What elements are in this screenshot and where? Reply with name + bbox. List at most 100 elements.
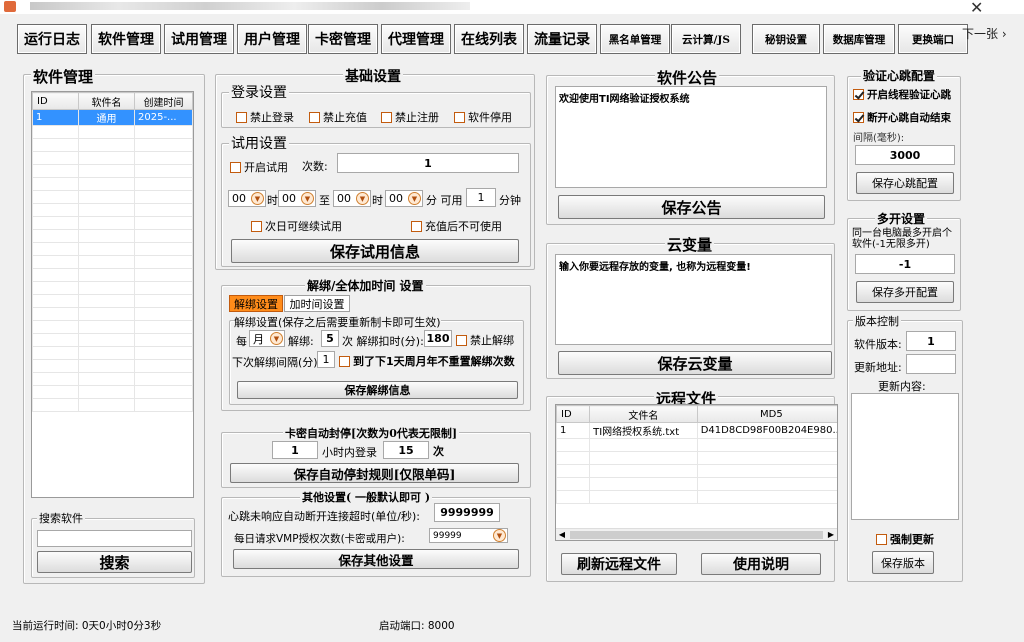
- cloud-variable-textarea[interactable]: 输入你要远程存放的变量, 也称为远程变量!: [555, 254, 832, 345]
- horizontal-scrollbar[interactable]: ◀ ▶: [556, 528, 837, 540]
- scroll-right-icon[interactable]: ▶: [825, 530, 837, 539]
- col-id[interactable]: ID: [556, 405, 591, 423]
- seal-count-label: 次: [433, 445, 444, 458]
- update-content-label: 更新内容:: [878, 380, 926, 393]
- tab-card-management[interactable]: 卡密管理: [308, 24, 378, 54]
- forbid-login-checkbox[interactable]: 禁止登录: [236, 109, 294, 125]
- trial-count-label: 次数:: [302, 160, 328, 173]
- forbid-unbind-checkbox[interactable]: 禁止解绑: [456, 332, 514, 348]
- unbind-title: 解绑/全体加时间 设置: [305, 277, 426, 294]
- checkbox-box: [454, 111, 465, 123]
- help-button[interactable]: 使用说明: [701, 553, 821, 575]
- save-other-settings-button[interactable]: 保存其他设置: [233, 549, 519, 569]
- available-minutes-input[interactable]: 1: [466, 188, 496, 207]
- tab-traffic-record[interactable]: 流量记录: [527, 24, 597, 54]
- search-input[interactable]: [37, 530, 192, 547]
- disconnect-end-checkbox[interactable]: 断开心跳自动结束: [853, 110, 951, 125]
- to-label: 至: [319, 194, 330, 207]
- unbind-times-input[interactable]: 5: [321, 330, 339, 347]
- start-hour-select[interactable]: 00 ▼: [228, 190, 266, 207]
- col-id[interactable]: ID: [32, 92, 79, 110]
- end-hour-select[interactable]: 00 ▼: [333, 190, 371, 207]
- col-created[interactable]: 创建时间: [134, 92, 193, 110]
- multi-open-desc: 同一台电脑最多开启个软件(-1无限多开): [852, 228, 952, 250]
- checkbox-box: [339, 355, 350, 367]
- scroll-left-icon[interactable]: ◀: [556, 530, 568, 539]
- enable-trial-checkbox[interactable]: 开启试用: [230, 159, 288, 175]
- seal-count-input[interactable]: 15: [383, 441, 429, 459]
- unbind-interval-input[interactable]: 1: [317, 351, 335, 368]
- cloud-variable-title: 云变量: [665, 234, 715, 255]
- heartbeat-interval-input[interactable]: 3000: [855, 145, 955, 165]
- save-multi-open-button[interactable]: 保存多开配置: [856, 281, 954, 303]
- enable-heartbeat-checkbox[interactable]: 开启线程验证心跳: [853, 87, 951, 102]
- software-version-input[interactable]: 1: [906, 331, 956, 351]
- seal-hours-input[interactable]: 1: [272, 441, 318, 459]
- tab-change-port[interactable]: 更换端口: [898, 24, 968, 54]
- heartbeat-interval-label: 间隔(毫秒):: [853, 133, 905, 144]
- heartbeat-timeout-label: 心跳未响应自动断开连接超时(单位/秒):: [228, 510, 420, 523]
- force-update-checkbox[interactable]: 强制更新: [876, 531, 934, 547]
- update-url-input[interactable]: [906, 354, 956, 374]
- tab-user-management[interactable]: 用户管理: [237, 24, 307, 54]
- save-version-button[interactable]: 保存版本: [872, 551, 934, 574]
- no-reset-unbind-checkbox[interactable]: 到了下1天周月年不重置解绑次数: [339, 353, 515, 369]
- save-heartbeat-button[interactable]: 保存心跳配置: [856, 172, 954, 194]
- checkbox-box: [230, 161, 241, 173]
- forbid-recharge-checkbox[interactable]: 禁止充值: [309, 109, 367, 125]
- checkbox-box: [236, 111, 247, 123]
- minutes-label: 分钟: [499, 194, 521, 207]
- tab-software-management[interactable]: 软件管理: [91, 24, 161, 54]
- software-management-title: 软件管理: [31, 66, 96, 87]
- next-day-continue-checkbox[interactable]: 次日可继续试用: [251, 218, 342, 234]
- runtime-status: 当前运行时间: 0天0小时0分3秒: [12, 620, 162, 632]
- save-auto-seal-button[interactable]: 保存自动停封规则[仅限单码]: [230, 463, 519, 483]
- no-use-after-recharge-checkbox[interactable]: 充值后不可使用: [411, 218, 502, 234]
- tab-database-management[interactable]: 数据库管理: [823, 24, 895, 54]
- software-disable-checkbox[interactable]: 软件停用: [454, 109, 512, 125]
- table-row[interactable]: 1 TI网络授权系统.txt D41D8CD98F00B204E980...: [556, 422, 837, 439]
- refresh-remote-files-button[interactable]: 刷新远程文件: [561, 553, 677, 575]
- notice-textarea[interactable]: 欢迎使用TI网络验证授权系统: [555, 86, 827, 188]
- save-cloud-variable-button[interactable]: 保存云变量: [558, 351, 832, 375]
- save-notice-button[interactable]: 保存公告: [558, 195, 825, 219]
- forbid-register-checkbox[interactable]: 禁止注册: [381, 109, 439, 125]
- save-unbind-button[interactable]: 保存解绑信息: [237, 381, 518, 399]
- update-content-textarea[interactable]: [851, 393, 959, 520]
- vmp-auth-select[interactable]: 99999 ▼: [429, 528, 508, 543]
- heartbeat-timeout-input[interactable]: 9999999: [434, 503, 500, 522]
- trial-count-input[interactable]: 1: [337, 153, 519, 173]
- scroll-thumb[interactable]: [570, 530, 823, 539]
- tab-blacklist-management[interactable]: 黑名单管理: [600, 24, 670, 54]
- unbind-period-select[interactable]: 月 ▼: [249, 330, 285, 347]
- unbind-interval-label: 下次解绑间隔(分): [232, 356, 318, 369]
- multi-open-input[interactable]: -1: [855, 254, 955, 274]
- col-md5[interactable]: MD5: [696, 405, 837, 423]
- close-icon[interactable]: ✕: [970, 0, 983, 16]
- tab-unbind-settings[interactable]: 解绑设置: [229, 295, 283, 312]
- tab-secret-key-settings[interactable]: 秘钥设置: [752, 24, 820, 54]
- save-trial-button[interactable]: 保存试用信息: [231, 239, 519, 263]
- search-button[interactable]: 搜索: [37, 551, 192, 573]
- tab-cloud-compute-js[interactable]: 云计算/JS: [671, 24, 741, 54]
- software-table[interactable]: ID 软件名 创建时间 1 通用 2025-...: [31, 91, 194, 498]
- table-row[interactable]: 1 通用 2025-...: [32, 109, 193, 126]
- start-minute-select[interactable]: 00 ▼: [278, 190, 316, 207]
- version-control-title: 版本控制: [853, 313, 901, 329]
- end-minute-select[interactable]: 00 ▼: [385, 190, 423, 207]
- col-software-name[interactable]: 软件名: [78, 92, 135, 110]
- checkbox-box: [251, 220, 262, 232]
- tab-trial-management[interactable]: 试用管理: [164, 24, 234, 54]
- unbind-deduct-label: 次 解绑扣时(分):: [342, 335, 424, 348]
- every-label: 每: [236, 335, 247, 348]
- col-file-name[interactable]: 文件名: [589, 405, 698, 423]
- unbind-deduct-input[interactable]: 180: [424, 330, 452, 347]
- tab-agent-management[interactable]: 代理管理: [381, 24, 451, 54]
- remote-files-table[interactable]: ID 文件名 MD5 1 TI网络授权系统.txt D41D8CD98F00B204E9…: [555, 404, 838, 541]
- tab-online-list[interactable]: 在线列表: [454, 24, 524, 54]
- other-settings-title: 其他设置( 一般默认即可 ): [300, 489, 433, 505]
- tab-run-log[interactable]: 运行日志: [17, 24, 87, 54]
- tab-add-time-settings[interactable]: 加时间设置: [284, 295, 350, 312]
- next-page-button[interactable]: 下一张 ›: [962, 25, 1007, 42]
- vmp-auth-label: 每日请求VMP授权次数(卡密或用户):: [234, 533, 405, 545]
